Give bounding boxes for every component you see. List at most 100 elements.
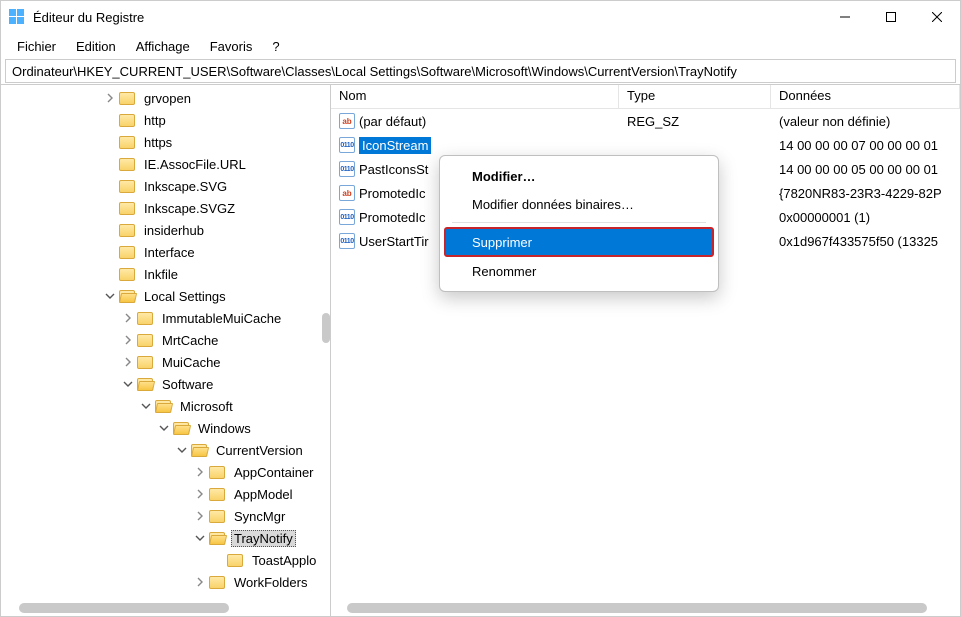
folder-icon (137, 356, 153, 369)
tree-item[interactable]: https (1, 131, 330, 153)
binary-value-icon: 011 0 (339, 209, 355, 225)
folder-icon (209, 488, 225, 501)
chevron-right-icon[interactable] (193, 575, 207, 589)
tree-item[interactable]: ToastApplo (1, 549, 330, 571)
list-row[interactable]: ab(par défaut)REG_SZ(valeur non définie) (331, 109, 960, 133)
tree-item[interactable]: AppContainer (1, 461, 330, 483)
column-type[interactable]: Type (619, 85, 771, 108)
tree-item-label: Local Settings (141, 288, 229, 305)
horizontal-scrollbar-left[interactable] (19, 603, 229, 613)
ctx-separator (452, 222, 706, 223)
tree-item[interactable]: http (1, 109, 330, 131)
tree-item-label: grvopen (141, 90, 194, 107)
vertical-scrollbar[interactable] (322, 313, 330, 343)
tree-item[interactable]: Inkscape.SVGZ (1, 197, 330, 219)
value-data: (valeur non définie) (771, 114, 960, 129)
tree-item-label: AppContainer (231, 464, 317, 481)
folder-icon (119, 114, 135, 127)
value-type: REG_SZ (619, 114, 771, 129)
tree-item-label: ToastApplo (249, 552, 319, 569)
chevron-down-icon[interactable] (103, 289, 117, 303)
horizontal-scrollbar-right[interactable] (347, 603, 927, 613)
folder-icon (209, 576, 225, 589)
chevron-right-icon[interactable] (121, 311, 135, 325)
tree-item[interactable]: Windows (1, 417, 330, 439)
tree-item[interactable]: SyncMgr (1, 505, 330, 527)
menu-file[interactable]: Fichier (9, 37, 64, 56)
chevron-right-icon[interactable] (103, 91, 117, 105)
menu-help[interactable]: ? (264, 37, 287, 56)
ctx-modify-binary[interactable]: Modifier données binaires… (444, 190, 714, 218)
folder-icon (227, 554, 243, 567)
tree-item-label: SyncMgr (231, 508, 288, 525)
value-name: UserStartTir (359, 234, 429, 249)
tree-item[interactable]: Inkfile (1, 263, 330, 285)
value-name: (par défaut) (359, 114, 426, 129)
chevron-down-icon[interactable] (193, 531, 207, 545)
tree-item[interactable]: grvopen (1, 87, 330, 109)
tree-item[interactable]: Software (1, 373, 330, 395)
column-data[interactable]: Données (771, 85, 960, 108)
chevron-right-icon[interactable] (193, 487, 207, 501)
ctx-modify[interactable]: Modifier… (444, 162, 714, 190)
chevron-right-icon[interactable] (121, 355, 135, 369)
tree-item-label: TrayNotify (231, 530, 296, 547)
folder-icon (137, 378, 153, 391)
values-list[interactable]: ab (par défaut) REG_SZ(valeur non définie)… (331, 109, 960, 616)
tree-item-label: Windows (195, 420, 254, 437)
tree-item[interactable]: Local Settings (1, 285, 330, 307)
tree-item[interactable]: ImmutableMuiCache (1, 307, 330, 329)
chevron-right-icon[interactable] (193, 509, 207, 523)
tree-item[interactable]: AppModel (1, 483, 330, 505)
close-button[interactable] (914, 1, 960, 33)
maximize-button[interactable] (868, 1, 914, 33)
folder-icon (119, 290, 135, 303)
list-row[interactable]: 011 0IconStream14 00 00 00 07 00 00 00 0… (331, 133, 960, 157)
menu-edit[interactable]: Edition (68, 37, 124, 56)
tree-item[interactable]: Inkscape.SVG (1, 175, 330, 197)
value-name: IconStream (359, 137, 431, 154)
menu-bar: Fichier Edition Affichage Favoris ? (1, 33, 960, 59)
tree-item-label: MuiCache (159, 354, 224, 371)
tree-item[interactable]: Interface (1, 241, 330, 263)
chevron-down-icon[interactable] (175, 443, 189, 457)
tree-item[interactable]: IE.AssocFile.URL (1, 153, 330, 175)
tree-item[interactable]: MuiCache (1, 351, 330, 373)
values-pane: Nom Type Données ab (par défaut) REG_SZ(va… (331, 85, 960, 616)
folder-icon (119, 268, 135, 281)
registry-tree[interactable]: grvopenhttphttpsIE.AssocFile.URLInkscape… (1, 85, 330, 616)
tree-item[interactable]: WorkFolders (1, 571, 330, 593)
tree-item[interactable]: CurrentVersion (1, 439, 330, 461)
context-menu: Modifier… Modifier données binaires… Sup… (439, 155, 719, 292)
binary-value-icon: 011 0 (339, 233, 355, 249)
binary-value-icon: 011 0 (339, 161, 355, 177)
chevron-right-icon[interactable] (193, 465, 207, 479)
string-value-icon: ab (339, 185, 355, 201)
chevron-right-icon[interactable] (121, 333, 135, 347)
tree-item-label: insiderhub (141, 222, 207, 239)
tree-item[interactable]: Microsoft (1, 395, 330, 417)
tree-item-label: ImmutableMuiCache (159, 310, 284, 327)
minimize-button[interactable] (822, 1, 868, 33)
binary-value-icon: 011 0 (339, 137, 355, 153)
chevron-down-icon[interactable] (157, 421, 171, 435)
folder-icon (119, 202, 135, 215)
tree-item[interactable]: MrtCache (1, 329, 330, 351)
column-name[interactable]: Nom (331, 85, 619, 108)
tree-item-label: AppModel (231, 486, 296, 503)
tree-item-label: WorkFolders (231, 574, 310, 591)
chevron-down-icon[interactable] (121, 377, 135, 391)
main-split: grvopenhttphttpsIE.AssocFile.URLInkscape… (1, 84, 960, 616)
menu-view[interactable]: Affichage (128, 37, 198, 56)
window-title: Éditeur du Registre (33, 10, 822, 25)
tree-item[interactable]: insiderhub (1, 219, 330, 241)
tree-item-label: https (141, 134, 175, 151)
chevron-down-icon[interactable] (139, 399, 153, 413)
tree-item[interactable]: TrayNotify (1, 527, 330, 549)
tree-item-label: MrtCache (159, 332, 221, 349)
tree-item-label: http (141, 112, 169, 129)
menu-favorites[interactable]: Favoris (202, 37, 261, 56)
address-bar[interactable]: Ordinateur\HKEY_CURRENT_USER\Software\Cl… (5, 59, 956, 83)
ctx-delete[interactable]: Supprimer (444, 227, 714, 257)
ctx-rename[interactable]: Renommer (444, 257, 714, 285)
